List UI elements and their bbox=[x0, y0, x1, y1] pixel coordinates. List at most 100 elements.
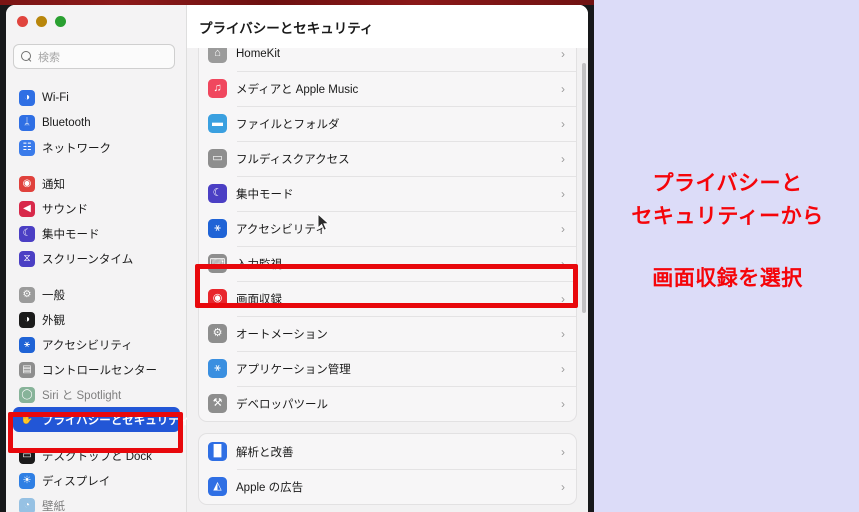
sidebar-item-1-g1[interactable]: ◑ Wi-Fi bbox=[13, 85, 180, 110]
wallpaper-icon: ◔ bbox=[19, 497, 35, 512]
sidebar-item-label: 集中モード bbox=[42, 228, 100, 241]
accessibility-person-icon: ⚹ bbox=[19, 336, 35, 353]
siri-spotlight-icon: ◯ bbox=[19, 386, 35, 403]
settings-row-label: 解析と改善 bbox=[236, 446, 294, 459]
sidebar-item-1-g3[interactable]: ⚙ 一般 bbox=[13, 282, 180, 307]
automation-gears-icon: ⚙ bbox=[208, 324, 227, 343]
chevron-right-icon: › bbox=[561, 46, 565, 61]
chevron-right-icon: › bbox=[561, 444, 565, 459]
zoom-button[interactable] bbox=[55, 16, 66, 27]
sidebar-item-3-g3[interactable]: ⚹ アクセシビリティ bbox=[13, 332, 180, 357]
sidebar-item-label: Wi-Fi bbox=[42, 91, 69, 104]
music-note-icon: ♫ bbox=[208, 79, 227, 98]
settings-row[interactable]: ▬ ファイルとフォルダ › bbox=[199, 106, 576, 141]
settings-row[interactable]: ⚙ オートメーション › bbox=[199, 316, 576, 351]
settings-card: █ 解析と改善 › ◭ Apple の広告 › bbox=[198, 433, 577, 505]
chevron-right-icon: › bbox=[561, 81, 565, 96]
sound-speaker-icon: ◀ bbox=[19, 200, 35, 217]
appearance-contrast-icon: ◑ bbox=[19, 311, 35, 328]
close-button[interactable] bbox=[17, 16, 28, 27]
settings-row-label: HomeKit bbox=[236, 47, 281, 60]
annotation-line-1: プライバシーと bbox=[652, 172, 803, 195]
detail-scroll-area: ⌂ HomeKit › ♫ メディアと Apple Music › ▬ ファイルとフォルダ › ▭… bbox=[187, 5, 588, 512]
settings-card: ⌂ HomeKit › ♫ メディアと Apple Music › ▬ ファイルとフォルダ › ▭… bbox=[198, 35, 577, 422]
sidebar-item-3-g2[interactable]: ☾ 集中モード bbox=[13, 221, 180, 246]
analytics-bar-chart-icon: █ bbox=[208, 442, 227, 461]
notifications-bell-icon: ◉ bbox=[19, 175, 35, 192]
settings-row[interactable]: ▭ フルディスクアクセス › bbox=[199, 141, 576, 176]
sidebar-item-2-g3[interactable]: ◑ 外観 bbox=[13, 307, 180, 332]
search-placeholder: 検索 bbox=[38, 51, 60, 64]
annotation-panel: プライバシーと セキュリティーから 画面収録を選択 bbox=[596, 0, 859, 512]
scrollbar-thumb[interactable] bbox=[582, 63, 586, 313]
settings-row[interactable]: ☾ 集中モード › bbox=[199, 176, 576, 211]
app-management-icon: ⚹ bbox=[208, 359, 227, 378]
focus-moon-icon: ☾ bbox=[208, 184, 227, 203]
sidebar-group: ⚙ 一般 ◑ 外観 ⚹ アクセシビリティ ▤ コントロールセンター ◯ Siri と Spotli… bbox=[6, 282, 191, 432]
settings-row-label: Apple の広告 bbox=[236, 481, 304, 494]
traffic-lights bbox=[17, 16, 66, 27]
settings-row[interactable]: ⚹ アプリケーション管理 › bbox=[199, 351, 576, 386]
chevron-right-icon: › bbox=[561, 221, 565, 236]
sidebar-item-label: ディスプレイ bbox=[42, 475, 111, 488]
sidebar-item-2-g4[interactable]: ☀ ディスプレイ bbox=[13, 468, 180, 493]
network-globe-icon: ☷ bbox=[19, 139, 35, 156]
sidebar-group: ◉ 通知 ◀ サウンド ☾ 集中モード ⧖ スクリーンタイム bbox=[6, 171, 187, 271]
search-input[interactable]: 検索 bbox=[13, 44, 175, 69]
mouse-cursor bbox=[317, 213, 330, 231]
minimize-button[interactable] bbox=[36, 16, 47, 27]
settings-row-label: フルディスクアクセス bbox=[236, 153, 350, 166]
general-gear-icon: ⚙ bbox=[19, 286, 35, 303]
apple-advertising-megaphone-icon: ◭ bbox=[208, 477, 227, 496]
sidebar-item-2-g2[interactable]: ◀ サウンド bbox=[13, 196, 180, 221]
settings-row[interactable]: ⚹ アクセシビリティ › bbox=[199, 211, 576, 246]
sidebar-item-3-g4[interactable]: ◔ 壁紙 bbox=[13, 493, 180, 512]
sidebar-item-label: アクセシビリティ bbox=[42, 339, 133, 352]
full-disk-access-icon: ▭ bbox=[208, 149, 227, 168]
sidebar-privacy-highlight bbox=[8, 412, 183, 453]
sidebar-item-4-g2[interactable]: ⧖ スクリーンタイム bbox=[13, 246, 180, 271]
screen-recording-highlight bbox=[195, 264, 578, 308]
sidebar-item-label: 一般 bbox=[42, 289, 65, 302]
detail-pane: ⌂ HomeKit › ♫ メディアと Apple Music › ▬ ファイルとフォルダ › ▭… bbox=[187, 5, 588, 512]
sidebar-item-label: Bluetooth bbox=[42, 116, 91, 129]
accessibility-person-icon: ⚹ bbox=[208, 219, 227, 238]
chevron-right-icon: › bbox=[561, 326, 565, 341]
annotation-line-2: セキュリティーから bbox=[631, 204, 824, 228]
wifi-icon: ◑ bbox=[19, 89, 35, 106]
settings-row[interactable]: ◭ Apple の広告 › bbox=[199, 469, 576, 504]
bluetooth-icon: ᛦ bbox=[19, 114, 35, 131]
settings-row-label: オートメーション bbox=[236, 328, 328, 341]
page-title: プライバシーとセキュリティ bbox=[199, 20, 374, 36]
display-brightness-icon: ☀ bbox=[19, 472, 35, 489]
folder-icon: ▬ bbox=[208, 114, 227, 133]
sidebar-item-label: Siri と Spotlight bbox=[42, 389, 122, 402]
settings-row-label: アクセシビリティ bbox=[236, 223, 327, 236]
sidebar-item-label: 通知 bbox=[42, 178, 65, 191]
control-center-icon: ▤ bbox=[19, 361, 35, 378]
settings-row[interactable]: ♫ メディアと Apple Music › bbox=[199, 71, 576, 106]
sidebar-group: ◑ Wi-Fi ᛦ Bluetooth ☷ ネットワーク bbox=[6, 85, 187, 160]
detail-header: プライバシーとセキュリティ bbox=[187, 5, 588, 48]
chevron-right-icon: › bbox=[561, 151, 565, 166]
annotation-line-3: 画面収録を選択 bbox=[652, 267, 803, 291]
sidebar-item-label: ネットワーク bbox=[42, 142, 111, 155]
chevron-right-icon: › bbox=[561, 361, 565, 376]
chevron-right-icon: › bbox=[561, 116, 565, 131]
sidebar-item-3-g1[interactable]: ☷ ネットワーク bbox=[13, 135, 180, 160]
settings-row-label: 集中モード bbox=[236, 188, 294, 201]
detail-scrollbar[interactable] bbox=[581, 49, 587, 469]
focus-moon-icon: ☾ bbox=[19, 225, 35, 242]
settings-row[interactable]: █ 解析と改善 › bbox=[199, 434, 576, 469]
sidebar-item-1-g2[interactable]: ◉ 通知 bbox=[13, 171, 180, 196]
settings-row[interactable]: ⚒ デベロッパツール › bbox=[199, 386, 576, 421]
settings-row-label: デベロッパツール bbox=[236, 398, 328, 411]
sidebar-item-5-g3[interactable]: ◯ Siri と Spotlight bbox=[13, 382, 180, 407]
chevron-right-icon: › bbox=[561, 396, 565, 411]
sidebar-item-4-g3[interactable]: ▤ コントロールセンター bbox=[13, 357, 180, 382]
sidebar-group: ▭ デスクトップと Dock ☀ ディスプレイ ◔ 壁紙 bbox=[6, 443, 187, 512]
sidebar-item-2-g1[interactable]: ᛦ Bluetooth bbox=[13, 110, 180, 135]
settings-row-label: ファイルとフォルダ bbox=[236, 118, 340, 131]
chevron-right-icon: › bbox=[561, 479, 565, 494]
sidebar-item-label: スクリーンタイム bbox=[42, 253, 134, 266]
